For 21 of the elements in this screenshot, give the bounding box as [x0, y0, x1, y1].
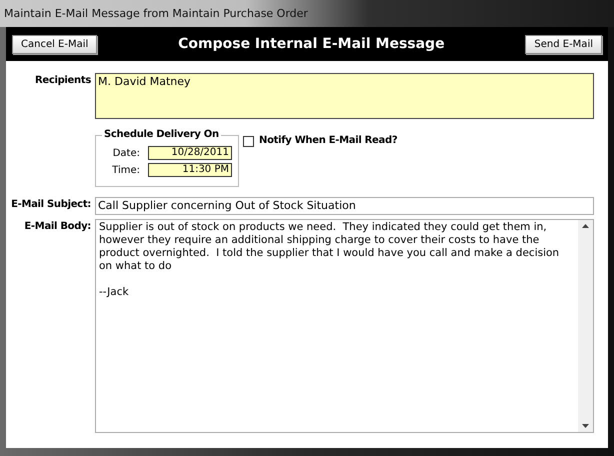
body-field[interactable] [95, 219, 594, 433]
field-label: E-Mail Subject: [10, 198, 91, 212]
field-label: E-Mail Body: [23, 220, 91, 234]
send-button[interactable]: Send E-Mail [525, 34, 602, 54]
scrollbar[interactable] [578, 220, 593, 432]
field-label: Date: [112, 148, 140, 158]
window-title: Maintain E-Mail Message from Maintain Purchase Order [4, 7, 308, 20]
header-title: Compose Internal E-Mail Message [178, 36, 445, 52]
date-field[interactable]: 10/28/2011 [148, 146, 232, 160]
body-text: Supplier is out of stock on products we need. They indicated they could get them in, however they require an additional shipping charge to cover their costs to have the product overnighted. I told the supplier that I would have you call and make a decision on what to do --Jack [98, 220, 560, 300]
scroll-down-icon[interactable] [582, 424, 589, 428]
group-title: Schedule Delivery On [102, 129, 221, 140]
field-label: Recipients [34, 74, 91, 88]
checkbox[interactable] [243, 136, 254, 147]
subject-field[interactable]: Call Supplier concerning Out of Stock Situation [95, 197, 594, 215]
recipients-field[interactable]: M. David Matney [95, 73, 594, 119]
cancel-button[interactable]: Cancel E-Mail [12, 34, 98, 54]
checkbox-label: Notify When E-Mail Read? [259, 135, 398, 146]
field-label: Time: [111, 164, 140, 176]
scroll-up-icon[interactable] [582, 224, 589, 228]
time-field[interactable]: 11:30 PM [148, 163, 232, 177]
